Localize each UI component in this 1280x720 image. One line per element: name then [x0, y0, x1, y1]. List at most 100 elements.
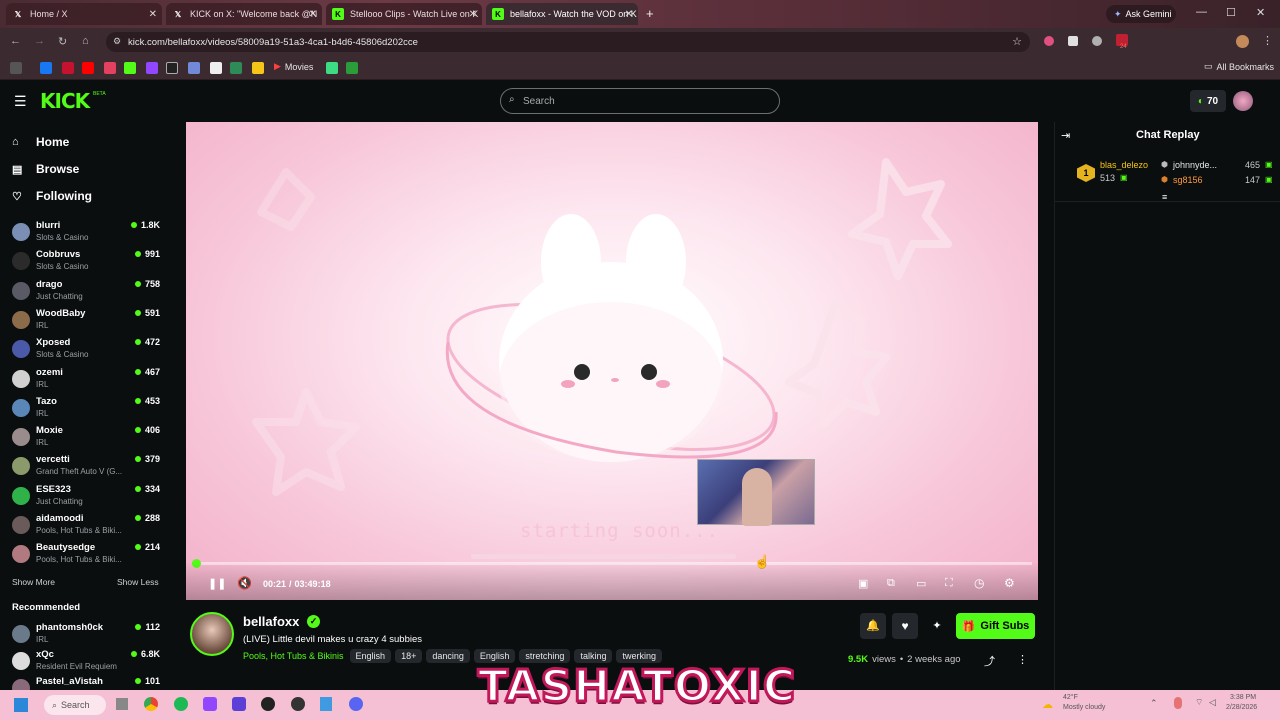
wifi-icon[interactable]: ⌔	[1195, 697, 1203, 708]
extension-icon[interactable]	[1092, 36, 1102, 46]
minimize-icon[interactable]: —	[1196, 6, 1207, 18]
browser-tab-active[interactable]: K bellafoxx - Watch the VOD on K ✕	[486, 3, 638, 25]
browser-tab[interactable]: 𝕏 KICK on X: "Welcome back @N ✕	[166, 3, 322, 25]
video-player[interactable]: starting soon... ☝ ❚❚ 🔇 00:21 / 03:49:18…	[186, 122, 1038, 600]
close-icon[interactable]: ✕	[625, 9, 633, 20]
apps-icon[interactable]	[10, 62, 22, 74]
task-view-icon[interactable]	[116, 698, 128, 710]
sidebar-channel[interactable]: ESE323 Just Chatting 334	[10, 484, 160, 512]
sidebar-channel[interactable]: Moxie IRL 406	[10, 425, 160, 453]
back-icon[interactable]: ←	[10, 35, 21, 47]
volume-icon[interactable]: ◁	[1209, 697, 1216, 708]
bookmark-star-icon[interactable]: ☆	[1012, 35, 1022, 48]
bookmark-icon[interactable]	[210, 62, 222, 74]
clip-icon[interactable]: ⧉	[887, 577, 895, 590]
bookmark-icon[interactable]	[62, 62, 74, 74]
sidebar-channel[interactable]: Beautysedge Pools, Hot Tubs & Biki... 214	[10, 542, 160, 570]
leaderboard-name[interactable]: sg8156	[1173, 175, 1203, 185]
fullscreen-icon[interactable]: ⛶	[945, 577, 953, 590]
sidebar-channel[interactable]: ozemi IRL 467	[10, 367, 160, 395]
windows-start-icon[interactable]	[14, 698, 28, 712]
close-icon[interactable]: ✕	[309, 9, 317, 20]
streamer-name[interactable]: bellafoxx	[243, 614, 299, 629]
sidebar-channel[interactable]: xQc Resident Evil Requiem 6.8K	[10, 649, 160, 677]
close-icon[interactable]: ✕	[469, 9, 477, 20]
app-icon[interactable]	[232, 697, 246, 711]
show-more-button[interactable]: Show More	[12, 577, 55, 587]
sidebar-channel[interactable]: vercetti Grand Theft Auto V (G... 379	[10, 454, 160, 482]
youtube-icon[interactable]	[82, 62, 94, 74]
nav-following[interactable]: ♡ Following	[12, 189, 92, 203]
tray-chevron-icon[interactable]: ⌃	[1150, 698, 1158, 709]
discord-icon[interactable]	[188, 62, 200, 74]
collapse-chat-icon[interactable]: ⇥	[1061, 129, 1070, 142]
sparkle-button[interactable]: ✦	[924, 613, 950, 639]
app-icon[interactable]	[203, 697, 217, 711]
sidebar-channel[interactable]: blurri Slots & Casino 1.8K	[10, 220, 160, 248]
twitch-icon[interactable]	[146, 62, 158, 74]
expand-leaderboard-icon[interactable]: ≡	[1162, 192, 1167, 202]
sidebar-channel[interactable]: Cobbruvs Slots & Casino 991	[10, 249, 160, 277]
nav-browse[interactable]: ▤ Browse	[12, 162, 79, 176]
taskbar-search[interactable]: ⌕ Search	[44, 695, 106, 715]
pause-button[interactable]: ❚❚	[208, 577, 226, 590]
ask-gemini-button[interactable]: ✦ Ask Gemini	[1106, 5, 1176, 23]
x-logo-icon[interactable]	[166, 62, 178, 74]
kick-logo-icon[interactable]	[124, 62, 136, 74]
leaderboard-name[interactable]: johnnyde...	[1173, 160, 1217, 170]
extension-icon[interactable]	[1044, 36, 1054, 46]
tag[interactable]: English	[349, 649, 392, 663]
browser-tab[interactable]: 𝕏 Home / X ✕	[6, 3, 162, 25]
notification-bell-button[interactable]: 🔔	[860, 613, 886, 639]
browser-tab[interactable]: K Stellooo Clips - Watch Live on K ✕	[326, 3, 482, 25]
streamer-avatar[interactable]	[190, 612, 234, 656]
reload-icon[interactable]: ↻	[58, 35, 67, 48]
settings-gear-icon[interactable]: ⚙	[1004, 576, 1015, 590]
leaderboard-name[interactable]: blas_delezo	[1100, 160, 1148, 170]
address-bar[interactable]: ⚙ kick.com/bellafoxx/videos/58009a19-51a…	[106, 32, 1030, 52]
menu-dots-icon[interactable]: ⋮	[1262, 34, 1273, 47]
sidebar-channel[interactable]: drago Just Chatting 758	[10, 279, 160, 307]
hamburger-menu-icon[interactable]: ☰	[14, 93, 27, 110]
extension-icon[interactable]	[1068, 36, 1078, 46]
sidebar-channel[interactable]: Tazo IRL 453	[10, 396, 160, 424]
all-bookmarks-button[interactable]: ▭ All Bookmarks	[1204, 61, 1274, 72]
nav-home[interactable]: ⌂ Home	[12, 135, 69, 149]
share-icon[interactable]: ⤴	[984, 653, 995, 669]
sidebar-channel[interactable]: phantomsh0ck IRL 112	[10, 622, 160, 650]
follow-heart-button[interactable]: ♥	[892, 613, 918, 639]
new-tab-button[interactable]: +	[646, 6, 654, 21]
user-avatar[interactable]	[1233, 91, 1253, 111]
sidebar-channel[interactable]: aidamoodi Pools, Hot Tubs & Biki... 288	[10, 513, 160, 541]
home-browser-icon[interactable]: ⌂	[82, 35, 89, 47]
site-info-icon[interactable]: ⚙	[113, 36, 121, 47]
points-button[interactable]: ◐ 70	[1190, 90, 1226, 112]
sidebar-channel[interactable]: WoodBaby IRL 591	[10, 308, 160, 336]
show-less-button[interactable]: Show Less	[117, 577, 159, 587]
instagram-icon[interactable]	[104, 62, 116, 74]
bookmark-icon[interactable]	[230, 62, 242, 74]
app-icon[interactable]	[320, 697, 332, 711]
more-options-icon[interactable]: ⋮	[1017, 653, 1028, 666]
tag[interactable]: 18+	[395, 649, 423, 663]
bookmark-icon[interactable]	[326, 62, 338, 74]
bookmark-movies[interactable]: ▶ Movies	[274, 61, 313, 72]
category-link[interactable]: Pools, Hot Tubs & Bikinis	[243, 651, 344, 661]
mute-button[interactable]: 🔇	[237, 576, 252, 590]
gift-subs-button[interactable]: 🎁 Gift Subs	[956, 613, 1035, 639]
sidebar-channel[interactable]: Xposed Slots & Casino 472	[10, 337, 160, 365]
profile-avatar[interactable]	[1236, 35, 1249, 48]
forward-icon[interactable]: →	[34, 35, 45, 47]
close-window-icon[interactable]: ✕	[1256, 6, 1265, 19]
app-icon[interactable]	[261, 697, 275, 711]
miniplayer-icon[interactable]: ▣	[858, 577, 868, 590]
facebook-icon[interactable]	[40, 62, 52, 74]
bookmark-icon[interactable]	[252, 62, 264, 74]
maximize-icon[interactable]: ☐	[1226, 6, 1236, 19]
playback-speed-icon[interactable]: ◷	[974, 576, 984, 590]
search-input[interactable]: ⌕ Search	[500, 88, 780, 114]
discord-icon[interactable]	[349, 697, 363, 711]
bookmark-icon[interactable]	[346, 62, 358, 74]
theater-mode-icon[interactable]: ▭	[916, 577, 926, 590]
kick-logo[interactable]: KICK	[40, 89, 90, 113]
